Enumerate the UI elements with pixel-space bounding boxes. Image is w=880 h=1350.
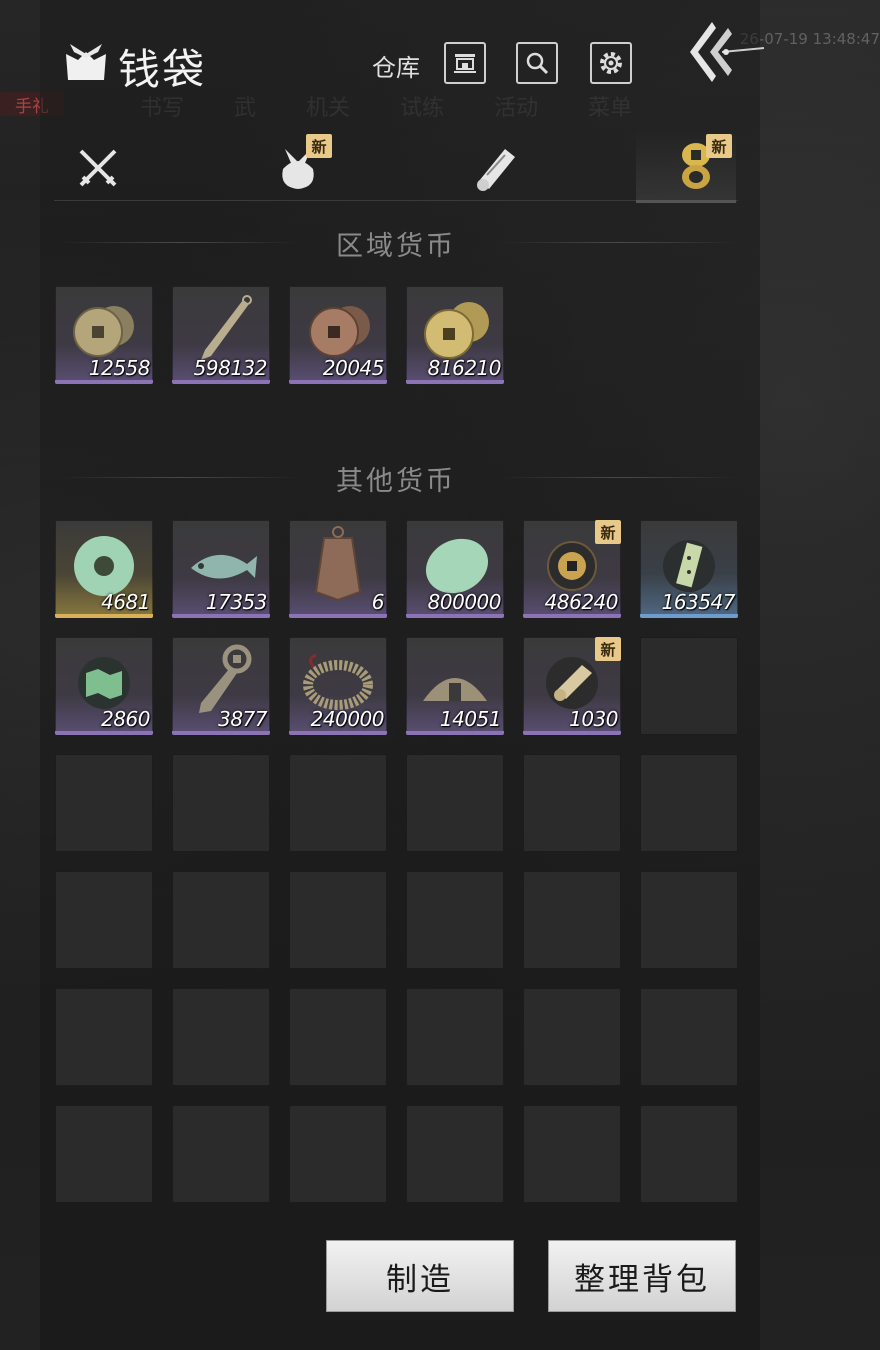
item-slot[interactable]: 240000 <box>289 637 387 735</box>
gear-icon <box>600 52 622 74</box>
warehouse-button[interactable] <box>444 42 486 84</box>
tab-new-badge: 新 <box>706 134 732 158</box>
page-title: 钱袋 <box>118 45 207 94</box>
item-slot[interactable]: 163547 <box>640 520 738 618</box>
item-slot[interactable]: 17353 <box>172 520 270 618</box>
empty-slot <box>55 1105 153 1203</box>
empty-slot <box>289 754 387 852</box>
empty-slot <box>523 1105 621 1203</box>
item-quantity: 14051 <box>439 707 502 731</box>
empty-slot <box>523 754 621 852</box>
item-slot[interactable]: 1030 新 <box>523 637 621 735</box>
craft-button[interactable]: 制造 <box>326 1240 514 1312</box>
item-quantity: 3877 <box>218 707 267 731</box>
tab-new-badge: 新 <box>306 134 332 158</box>
empty-slot <box>289 1105 387 1203</box>
item-quantity: 800000 <box>427 590 502 614</box>
section-title-regional: 区域货币 <box>336 231 456 262</box>
item-quantity: 1030 <box>569 707 618 731</box>
item-slot[interactable]: 20045 <box>289 286 387 384</box>
empty-slot <box>172 871 270 969</box>
empty-slot <box>172 754 270 852</box>
item-quantity: 4681 <box>101 590 150 614</box>
item-slot[interactable]: 486240 新 <box>523 520 621 618</box>
search-button[interactable] <box>516 42 558 84</box>
empty-slot <box>55 988 153 1086</box>
empty-slot <box>523 871 621 969</box>
sort-bag-button[interactable]: 整理背包 <box>548 1240 736 1312</box>
empty-slot <box>640 1105 738 1203</box>
empty-slot <box>172 1105 270 1203</box>
back-button[interactable] <box>682 18 766 86</box>
item-slot[interactable]: 816210 <box>406 286 504 384</box>
empty-slot <box>406 754 504 852</box>
empty-slot <box>289 871 387 969</box>
empty-slot <box>55 871 153 969</box>
item-slot[interactable]: 4681 <box>55 520 153 618</box>
empty-slot <box>289 988 387 1086</box>
item-quantity: 486240 <box>544 590 619 614</box>
item-slot[interactable]: 14051 <box>406 637 504 735</box>
new-badge: 新 <box>595 637 621 661</box>
item-quantity: 6 <box>371 590 385 614</box>
empty-slot <box>640 754 738 852</box>
empty-slot <box>640 988 738 1086</box>
item-slot[interactable]: 6 <box>289 520 387 618</box>
item-slot[interactable]: 3877 <box>172 637 270 735</box>
tab-weapons[interactable] <box>68 140 128 196</box>
tab-currency[interactable]: 新 <box>666 134 732 196</box>
item-quantity: 240000 <box>310 707 385 731</box>
item-quantity: 816210 <box>427 356 502 380</box>
tab-active-indicator <box>636 200 736 203</box>
item-slot[interactable]: 598132 <box>172 286 270 384</box>
empty-slot <box>406 871 504 969</box>
warehouse-icon <box>454 54 476 73</box>
item-quantity: 163547 <box>661 590 736 614</box>
empty-slot <box>523 988 621 1086</box>
tab-scrolls[interactable] <box>466 140 526 196</box>
empty-slot <box>406 988 504 1086</box>
empty-slot <box>640 871 738 969</box>
crossed-swords-icon <box>79 149 117 187</box>
money-bag-icon <box>66 44 106 80</box>
item-quantity: 17353 <box>205 590 268 614</box>
search-icon <box>526 52 549 75</box>
item-slot[interactable]: 2860 <box>55 637 153 735</box>
item-quantity: 12558 <box>88 356 151 380</box>
warehouse-label[interactable]: 仓库 <box>372 48 420 83</box>
section-title-other: 其他货币 <box>336 466 456 497</box>
empty-slot <box>406 1105 504 1203</box>
tab-materials[interactable]: 新 <box>268 134 332 196</box>
item-quantity: 598132 <box>193 356 268 380</box>
empty-slot <box>55 754 153 852</box>
item-quantity: 2860 <box>101 707 150 731</box>
item-slot[interactable]: 12558 <box>55 286 153 384</box>
item-slot[interactable]: 800000 <box>406 520 504 618</box>
scroll-icon <box>477 149 515 191</box>
new-badge: 新 <box>595 520 621 544</box>
settings-button[interactable] <box>590 42 632 84</box>
empty-slot <box>172 988 270 1086</box>
bronze-token-icon <box>314 526 362 602</box>
empty-slot <box>640 637 738 735</box>
item-quantity: 20045 <box>322 356 385 380</box>
